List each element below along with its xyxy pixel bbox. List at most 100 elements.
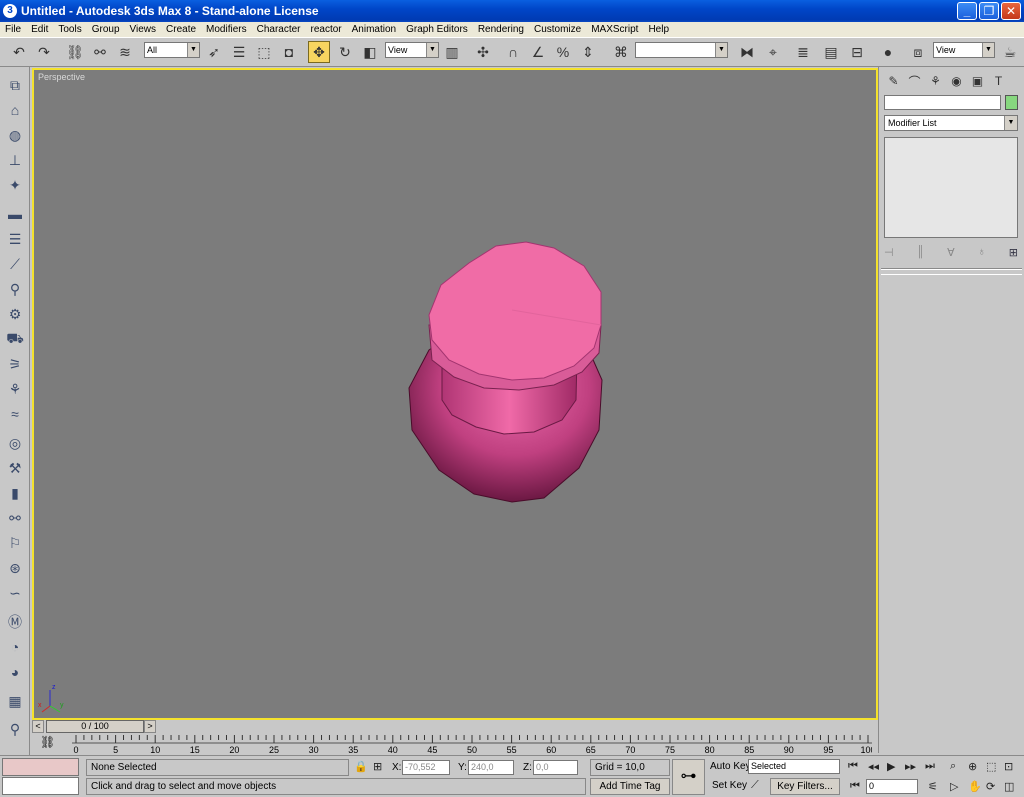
reactor-wind-icon[interactable]: ≈ xyxy=(5,404,25,424)
motion-tab-icon[interactable]: ◉ xyxy=(946,71,967,91)
maxscript-listener-bottom[interactable] xyxy=(2,777,79,795)
utilities-tab-icon[interactable]: T xyxy=(988,71,1009,91)
time-slider-next-button[interactable]: > xyxy=(144,720,156,733)
percent-snap-icon[interactable]: % xyxy=(552,41,574,63)
redo-icon[interactable]: ↷ xyxy=(33,41,55,63)
reactor-rigid-body-icon[interactable]: ⧉ xyxy=(5,75,25,95)
go-to-end-icon[interactable]: ⏭ xyxy=(925,760,935,773)
reactor-soft-body-icon[interactable]: ☰ xyxy=(5,229,25,249)
auto-key-button[interactable]: Auto Key xyxy=(710,761,751,772)
zoom-extents-icon[interactable]: ⬚ xyxy=(986,760,996,773)
reactor-preview-icon[interactable]: ◔ xyxy=(5,637,25,657)
pink-cylinder-object[interactable] xyxy=(34,70,876,718)
reactor-utility-icon[interactable]: Ⓜ xyxy=(5,612,25,632)
reactor-rope-icon[interactable]: ⟋ xyxy=(5,254,25,274)
close-button[interactable]: ✕ xyxy=(1001,2,1021,20)
add-time-tag-button[interactable]: Add Time Tag xyxy=(590,778,670,795)
select-and-rotate-icon[interactable]: ↻ xyxy=(334,41,356,63)
render-scene-icon[interactable]: ⧈ xyxy=(907,41,929,63)
reactor-sphere-icon[interactable]: ◍ xyxy=(5,125,25,145)
perspective-viewport[interactable]: Perspective z x y xyxy=(32,68,878,720)
modifier-stack[interactable] xyxy=(884,137,1018,238)
key-filters-button[interactable]: Key Filters... xyxy=(770,778,840,795)
menu-animation[interactable]: Animation xyxy=(347,24,401,35)
modify-tab-icon[interactable]: ⌒ xyxy=(904,71,925,91)
reactor-water-icon[interactable]: ⚘ xyxy=(5,379,25,399)
menu-tools[interactable]: Tools xyxy=(53,24,86,35)
display-tab-icon[interactable]: ▣ xyxy=(967,71,988,91)
reactor-spring-icon[interactable]: ✦ xyxy=(5,175,25,195)
reactor-fracture-chain-icon[interactable]: ∽ xyxy=(5,583,25,603)
select-by-name-icon[interactable]: ☰ xyxy=(228,41,250,63)
mirror-icon[interactable]: ⧓ xyxy=(736,41,758,63)
key-mode-dropdown[interactable]: Selected xyxy=(748,759,840,774)
minimize-button[interactable]: _ xyxy=(957,2,977,20)
pin-stack-icon[interactable]: ⊣ xyxy=(884,246,894,259)
previous-frame-icon[interactable]: ◂◂ xyxy=(868,760,879,773)
parameters-rollout-area[interactable] xyxy=(881,274,1022,749)
reactor-fracture-icon[interactable]: ⚞ xyxy=(5,354,25,374)
menu-file[interactable]: File xyxy=(0,24,26,35)
menu-customize[interactable]: Customize xyxy=(529,24,586,35)
zoom-all-icon[interactable]: ⊕ xyxy=(968,760,977,773)
reference-coordinate-dropdown[interactable]: View ▼ xyxy=(385,42,439,58)
rectangular-selection-icon[interactable]: ⬚ xyxy=(253,41,275,63)
z-coord-input[interactable]: 0,0 xyxy=(533,760,578,775)
zoom-extents-all-icon[interactable]: ⊡ xyxy=(1004,760,1013,773)
reactor-motor-icon[interactable]: ◎ xyxy=(5,433,25,453)
object-name-field[interactable] xyxy=(884,95,1001,110)
menu-graph-editors[interactable]: Graph Editors xyxy=(401,24,473,35)
reactor-gear-icon[interactable]: ⚙ xyxy=(5,304,25,324)
menu-maxscript[interactable]: MAXScript xyxy=(586,24,643,35)
menu-modifiers[interactable]: Modifiers xyxy=(201,24,252,35)
current-frame-input[interactable]: 0 xyxy=(866,779,918,794)
angle-snap-icon[interactable]: ∠ xyxy=(527,41,549,63)
x-coord-input[interactable]: -70,552 xyxy=(402,760,450,775)
unlink-icon[interactable]: ⚯ xyxy=(89,41,111,63)
create-tab-icon[interactable]: ✎ xyxy=(883,71,904,91)
reactor-plane-icon[interactable]: ⊥ xyxy=(5,150,25,170)
y-coord-input[interactable]: 240,0 xyxy=(468,760,514,775)
reactor-deforming-mesh-icon[interactable]: ⚲ xyxy=(5,279,25,299)
maxscript-listener-top[interactable] xyxy=(2,758,79,776)
default-in-out-tangent-icon[interactable]: ⟋ xyxy=(751,779,759,792)
menu-create[interactable]: Create xyxy=(161,24,201,35)
quick-render-teapot-icon[interactable]: ☕ xyxy=(999,41,1021,63)
show-end-result-icon[interactable]: ║ xyxy=(916,246,924,258)
menu-character[interactable]: Character xyxy=(252,24,306,35)
set-key-button[interactable]: Set Key xyxy=(712,780,747,791)
hierarchy-tab-icon[interactable]: ⚘ xyxy=(925,71,946,91)
select-and-scale-icon[interactable]: ◧ xyxy=(359,41,381,63)
schematic-view-icon[interactable]: ⊟ xyxy=(846,41,868,63)
reactor-prismatic-icon[interactable]: ⚯ xyxy=(5,508,25,528)
set-key-icon[interactable]: ⊶ xyxy=(672,759,705,795)
undo-icon[interactable]: ↶ xyxy=(8,41,30,63)
menu-reactor[interactable]: reactor xyxy=(306,24,347,35)
render-type-dropdown[interactable]: View ▼ xyxy=(933,42,995,58)
time-configuration-icon[interactable]: ⚟ xyxy=(928,780,938,793)
time-slider-prev-button[interactable]: < xyxy=(32,720,44,733)
next-frame-icon[interactable]: ▸▸ xyxy=(905,760,916,773)
arc-rotate-icon[interactable]: ⟳ xyxy=(986,780,995,793)
pan-icon[interactable]: ✋ xyxy=(968,780,982,793)
zoom-icon[interactable]: ⌕ xyxy=(950,760,956,773)
reactor-car-wheel-icon[interactable]: ⚐ xyxy=(5,533,25,553)
window-crossing-icon[interactable]: ◘ xyxy=(278,41,300,63)
maximize-button[interactable]: ❐ xyxy=(979,2,999,20)
select-and-manipulate-icon[interactable]: ✣ xyxy=(472,41,494,63)
reactor-ragdoll-icon[interactable]: ⊛ xyxy=(5,558,25,578)
menu-group[interactable]: Group xyxy=(87,24,125,35)
spinner-snap-icon[interactable]: ⇕ xyxy=(577,41,599,63)
reactor-toy-car-icon[interactable]: ⛟ xyxy=(5,329,25,349)
selection-lock-icon[interactable]: 🔒 xyxy=(354,760,368,773)
reactor-hinge-icon[interactable]: ⚒ xyxy=(5,458,25,478)
select-and-link-icon[interactable]: ⛓ xyxy=(64,41,86,63)
align-icon[interactable]: ⌖ xyxy=(762,41,784,63)
absolute-mode-icon[interactable]: ⊞ xyxy=(373,760,382,773)
remove-modifier-icon[interactable]: ♁ xyxy=(978,246,986,258)
make-unique-icon[interactable]: ∀ xyxy=(947,246,955,259)
maximize-viewport-icon[interactable]: ◫ xyxy=(1004,780,1014,793)
select-object-icon[interactable]: ➶ xyxy=(203,41,225,63)
reactor-analyze-icon[interactable]: ◕ xyxy=(5,662,25,682)
snap-toggle-icon[interactable]: ∩ xyxy=(502,41,524,63)
